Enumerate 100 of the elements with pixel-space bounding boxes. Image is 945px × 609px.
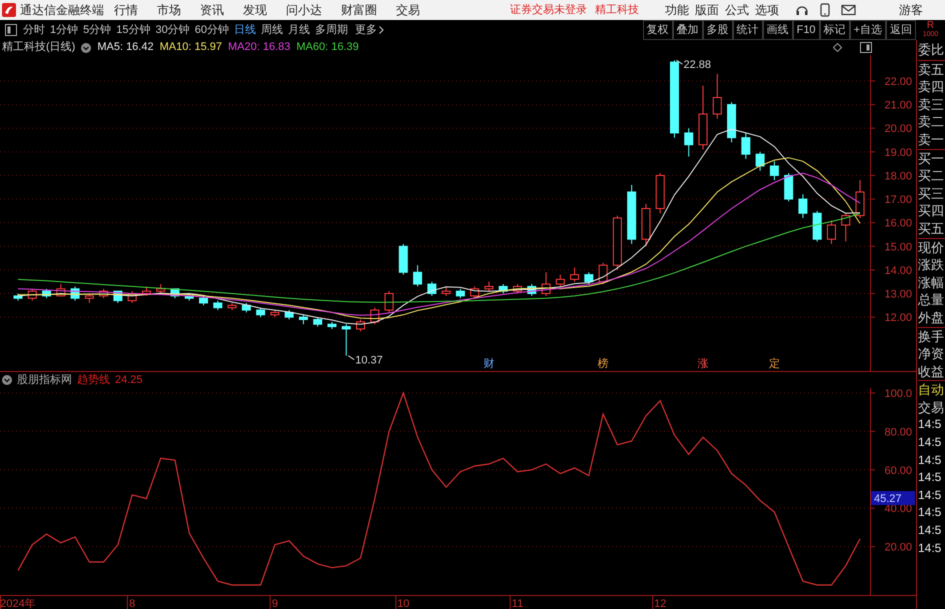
- candlestick: [199, 295, 208, 306]
- toolbar-button[interactable]: 多股: [702, 20, 733, 40]
- period-tab[interactable]: 多周期: [315, 22, 348, 38]
- quote-label: 买一: [918, 150, 945, 168]
- menu-item[interactable]: 公式: [725, 1, 749, 19]
- period-tab[interactable]: 日线: [234, 22, 256, 38]
- axis-label: 22.00: [884, 76, 912, 88]
- candlestick: [484, 281, 494, 292]
- ma-name: MA60: [296, 40, 326, 56]
- quote-label: 卖四: [918, 78, 945, 96]
- candlestick: [427, 281, 436, 296]
- ma-value: : 15.97: [188, 40, 222, 56]
- price-label: 10.37: [355, 354, 383, 367]
- period-tab[interactable]: 月线: [288, 22, 310, 38]
- menu-item[interactable]: 发现: [243, 1, 267, 19]
- panel-toggle-icon[interactable]: [860, 42, 872, 53]
- candlestick: [256, 307, 266, 318]
- trade-time: 14:5: [918, 486, 942, 504]
- menu-item[interactable]: 行情: [114, 1, 138, 19]
- mail-icon[interactable]: [841, 4, 856, 16]
- toolbar-button[interactable]: 返回: [886, 20, 916, 40]
- menu-item[interactable]: 资讯: [200, 1, 224, 19]
- menu-item[interactable]: 交易: [396, 1, 420, 19]
- period-tab[interactable]: 15分钟: [116, 22, 150, 38]
- date-label: 2024年: [0, 598, 36, 609]
- menu-item[interactable]: 功能: [665, 1, 689, 19]
- toolbar-button[interactable]: 画线: [762, 20, 793, 40]
- phone-icon[interactable]: [820, 3, 830, 17]
- candlestick: [698, 85, 708, 150]
- axis-label: 19.00: [884, 146, 912, 159]
- toolbar-button[interactable]: 复权: [642, 20, 673, 40]
- trade-label: 交易: [918, 398, 945, 416]
- trade-time: 14:5: [918, 540, 942, 557]
- toolbar-button[interactable]: 叠加: [672, 20, 703, 40]
- stock-name: 精工科技: [595, 2, 639, 18]
- candlestick: [170, 288, 180, 299]
- menu-item[interactable]: 版面: [695, 1, 719, 19]
- menu-item[interactable]: 选项: [755, 1, 779, 19]
- period-tab[interactable]: 30分钟: [156, 22, 190, 38]
- candlestick: [356, 319, 365, 332]
- candlestick: [527, 284, 536, 296]
- axis-label: 80.00: [884, 426, 912, 438]
- date-label: 8: [129, 598, 136, 609]
- candlestick: [784, 172, 794, 202]
- candlestick: [812, 210, 822, 242]
- menu-item[interactable]: 市场: [157, 1, 181, 19]
- candlestick: [56, 284, 66, 296]
- candlestick: [756, 151, 765, 172]
- ma-value: : 16.83: [256, 40, 290, 56]
- candlestick: [856, 180, 864, 218]
- chevron-icon: [379, 26, 384, 34]
- toolbar-button[interactable]: 统计: [732, 20, 763, 40]
- period-tab[interactable]: 周线: [261, 22, 283, 38]
- candlestick: [270, 310, 280, 318]
- quote-label: 买三: [918, 184, 945, 202]
- trade-time: 14:5: [918, 452, 942, 469]
- dropdown-icon[interactable]: [2, 375, 12, 385]
- candlestick: [42, 288, 52, 299]
- candlestick: [28, 288, 37, 302]
- toolbar-button[interactable]: 标记: [820, 20, 850, 40]
- date-label: 10: [397, 598, 410, 609]
- quote-label: 现价: [918, 238, 945, 256]
- quote-label: 卖五: [918, 60, 945, 78]
- ma-name: MA5: [97, 40, 120, 56]
- candlestick: [142, 286, 151, 296]
- date-label: 12: [654, 598, 666, 609]
- mode-label[interactable]: 自动: [918, 381, 945, 399]
- dropdown-icon[interactable]: [81, 42, 92, 52]
- event-marker: 榜: [598, 358, 609, 370]
- candlestick: [442, 286, 451, 296]
- period-tab[interactable]: 1分钟: [50, 22, 78, 38]
- login-notice[interactable]: 证券交易未登录: [510, 2, 587, 18]
- ma-name: MA20: [228, 40, 257, 56]
- trade-time: 14:5: [918, 504, 942, 522]
- guest-user[interactable]: 游客: [899, 1, 923, 19]
- candlestick: [398, 243, 408, 276]
- quote-label: 卖一: [918, 130, 945, 149]
- diamond-icon[interactable]: [833, 43, 842, 52]
- quote-label: 外盘: [918, 308, 945, 326]
- app-title: 通达信金融终端: [20, 2, 104, 19]
- panel-toggle-icon[interactable]: [5, 24, 17, 36]
- period-tab[interactable]: 分时: [23, 22, 45, 38]
- more-button[interactable]: 更多: [355, 22, 384, 38]
- candlestick: [128, 290, 137, 304]
- toolbar-button[interactable]: +自选: [850, 20, 886, 40]
- menu-item[interactable]: 问小达: [286, 1, 322, 19]
- candlestick: [470, 286, 480, 299]
- period-tab[interactable]: 60分钟: [194, 22, 229, 38]
- candlestick: [228, 302, 237, 311]
- toolbar-button[interactable]: F10: [792, 20, 820, 40]
- ma-value: : 16.39: [325, 40, 359, 56]
- axis-label: 17.00: [884, 194, 912, 206]
- quote-label: 卖二: [918, 113, 945, 131]
- period-tab[interactable]: 5分钟: [83, 22, 112, 38]
- candlestick: [712, 73, 722, 120]
- ma-value: : 16.42: [120, 40, 154, 56]
- axis-label: 18.00: [884, 170, 912, 182]
- date-label: 11: [512, 598, 524, 609]
- axis-label: 15.00: [884, 241, 912, 254]
- menu-item[interactable]: 财富圈: [341, 1, 377, 19]
